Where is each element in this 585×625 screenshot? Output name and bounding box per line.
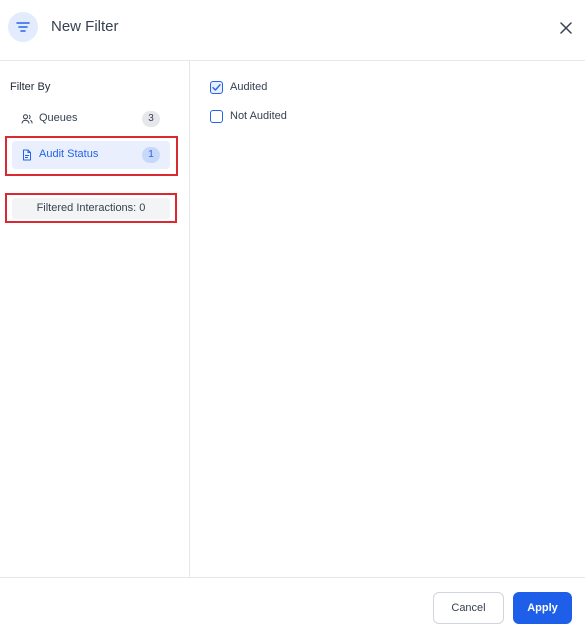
- dialog-title: New Filter: [51, 18, 119, 35]
- filter-by-heading: Filter By: [10, 81, 51, 93]
- filter-options-panel: Audited Not Audited: [191, 61, 585, 577]
- option-label: Audited: [230, 81, 268, 93]
- audited-checkbox[interactable]: [210, 81, 223, 94]
- option-label: Not Audited: [230, 110, 287, 122]
- sidebar-item-audit-status[interactable]: Audit Status 1: [12, 141, 170, 169]
- dialog-footer: Cancel Apply: [0, 577, 585, 625]
- checkmark-icon: [212, 84, 221, 91]
- new-filter-dialog: New Filter Filter By Queues 3 Audit Stat…: [0, 0, 585, 625]
- close-icon: [560, 22, 572, 34]
- apply-button[interactable]: Apply: [513, 592, 572, 624]
- document-icon: [23, 149, 31, 161]
- close-button[interactable]: [557, 19, 575, 37]
- filter-icon: [8, 12, 38, 42]
- sidebar-item-label: Queues: [39, 112, 78, 124]
- count-badge: 3: [142, 111, 160, 127]
- not-audited-checkbox[interactable]: [210, 110, 223, 123]
- sidebar-item-queues[interactable]: Queues 3: [12, 105, 170, 133]
- dialog-header: New Filter: [0, 0, 585, 61]
- cancel-button[interactable]: Cancel: [433, 592, 504, 624]
- user-group-icon: [21, 114, 33, 124]
- filter-sidebar: Filter By Queues 3 Audit Status 1 Filter…: [0, 61, 190, 577]
- sidebar-item-label: Audit Status: [39, 148, 99, 160]
- filtered-interactions-count: Filtered Interactions: 0: [12, 198, 170, 219]
- count-badge: 1: [142, 147, 160, 163]
